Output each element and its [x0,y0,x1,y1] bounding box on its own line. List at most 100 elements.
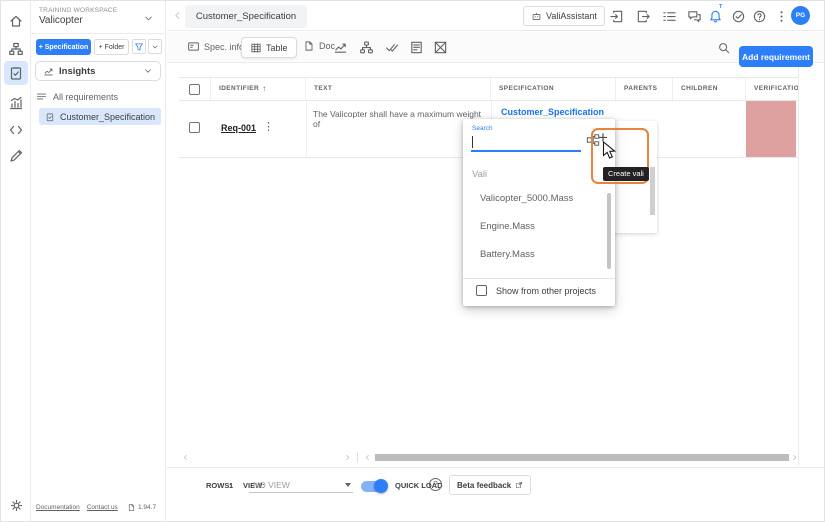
divider [31,33,166,34]
show-other-projects-checkbox[interactable] [476,285,487,296]
vali-assistant-button[interactable]: ValiAssistant [523,6,605,26]
insights-chart-icon [43,66,54,77]
question-icon[interactable]: ? [429,478,442,491]
line-chart-icon[interactable] [333,40,349,56]
sidebar: TRAINING WORKSPACE Valicopter + Specific… [31,1,166,522]
check-circle-icon[interactable] [730,8,746,24]
quick-load-toggle-knob[interactable] [374,479,388,493]
tab-customer-specification[interactable]: Customer_Specification [185,5,307,28]
popup-scrollbar[interactable] [607,193,611,269]
requirement-text-cell[interactable]: The Valicopter shall have a maximum weig… [313,109,485,129]
select-all-checkbox[interactable] [189,84,200,95]
list-item-engine-mass[interactable]: Engine.Mass [480,221,535,232]
collapse-chevron-icon[interactable] [148,39,162,54]
tab-bar: Customer_Specification ValiAssistant T [167,1,825,31]
column-children[interactable]: CHILDREN [673,78,746,100]
table-label: Table [266,43,288,53]
analytics-icon[interactable] [4,91,28,115]
home-icon[interactable] [4,9,28,33]
column-specification[interactable]: SPECIFICATION [491,78,616,100]
add-requirement-button[interactable]: Add requirement [739,46,813,67]
tab-table[interactable]: Table [241,37,297,58]
bell-icon[interactable] [707,8,723,24]
spec-info-label: Spec. info [204,42,244,52]
all-requirements[interactable]: All requirements [36,91,118,102]
requirement-id-link[interactable]: Req-001 [221,123,256,133]
valispace-app: TRAINING WORKSPACE Valicopter + Specific… [0,0,825,522]
workspace-name: Valicopter [39,15,83,26]
chat-icon[interactable] [686,8,702,24]
icon-rail [1,1,31,522]
scrollbar-thumb[interactable] [375,454,789,461]
list-item-valicopter-mass[interactable]: Valicopter_5000.Mass [480,193,573,204]
help-icon[interactable] [751,8,767,24]
divider [463,278,615,279]
settings-icon[interactable] [4,493,28,517]
scroll-left-icon[interactable] [181,453,189,462]
spec-icon [45,112,55,122]
insights-dropdown[interactable]: Insights [35,61,161,81]
search-icon[interactable] [717,41,733,57]
row-menu-icon[interactable]: ⋮ [263,120,274,133]
show-other-projects-label: Show from other projects [496,286,596,296]
add-specification-button[interactable]: + Specification [36,39,91,55]
column-verification-status[interactable]: VERIFICATION S [746,78,798,100]
specification-link[interactable]: Customer_Specification [501,107,604,117]
double-check-icon[interactable] [385,40,401,56]
scroll-right-icon[interactable] [343,453,351,462]
rows-label: ROWS: [206,481,232,490]
column-parents[interactable]: PARENTS [616,78,673,100]
import-icon[interactable] [608,8,624,24]
compliance-grid-icon[interactable] [433,40,449,56]
version-label: 1.94.7 [138,504,156,511]
sidebar-item-customer-specification[interactable]: Customer_Specification [39,108,161,125]
scroll-right-icon[interactable] [790,453,798,462]
documentation-link[interactable]: Documentation [36,504,80,511]
tab-doc[interactable]: Doc [303,40,335,52]
scroll-left-icon[interactable] [363,453,371,462]
verification-status-cell[interactable] [746,101,796,157]
back-icon[interactable] [172,10,183,21]
cell-divider [306,101,307,158]
doc-icon [303,40,315,52]
menu-icon [36,91,47,102]
row-checkbox[interactable] [189,122,200,133]
sitemap-icon[interactable] [4,37,28,61]
more-icon[interactable] [773,8,789,24]
view-select[interactable]: NO VIEW [253,480,290,490]
search-input[interactable] [471,133,581,149]
workspace-chevron-icon[interactable] [143,13,154,24]
avatar[interactable]: PG [791,6,810,25]
column-text[interactable]: TEXT [306,78,491,100]
input-underline [471,150,581,152]
group-label: Vali [472,169,487,180]
sidebar-footer: Documentation Contact us [36,504,118,511]
sidebar-item-label: Customer_Specification [60,112,155,122]
list-item-battery-mass[interactable]: Battery.Mass [480,249,535,260]
panel-scrollbar[interactable] [650,167,655,215]
all-requirements-label: All requirements [53,92,118,102]
add-folder-button[interactable]: + Folder [94,39,129,55]
beta-feedback-button[interactable]: Beta feedback [449,475,531,495]
tab-spec-info[interactable]: Spec. info [187,40,244,53]
dropdown-caret-icon[interactable] [345,483,351,487]
contact-link[interactable]: Contact us [87,504,118,511]
table-grid-icon [250,42,262,54]
filter-icon[interactable] [132,39,146,54]
export-icon[interactable] [635,8,651,24]
version-doc-icon [127,503,136,512]
code-icon[interactable] [4,118,28,142]
sort-asc-icon: ↑ [262,78,266,100]
search-label: Search [472,125,493,132]
cursor-icon [602,141,617,160]
design-icon[interactable] [4,144,28,168]
insights-label: Insights [59,66,95,77]
select-all-cell [179,78,211,100]
requirements-icon[interactable] [4,61,28,85]
tasks-icon[interactable] [661,8,677,24]
hierarchy-icon[interactable] [359,40,375,56]
divider [357,452,358,463]
column-identifier[interactable]: IDENTIFIER ↑ [211,78,306,100]
matrix-icon[interactable] [409,40,425,56]
view-toolbar: Spec. info Table Doc Add requirement [167,32,825,63]
